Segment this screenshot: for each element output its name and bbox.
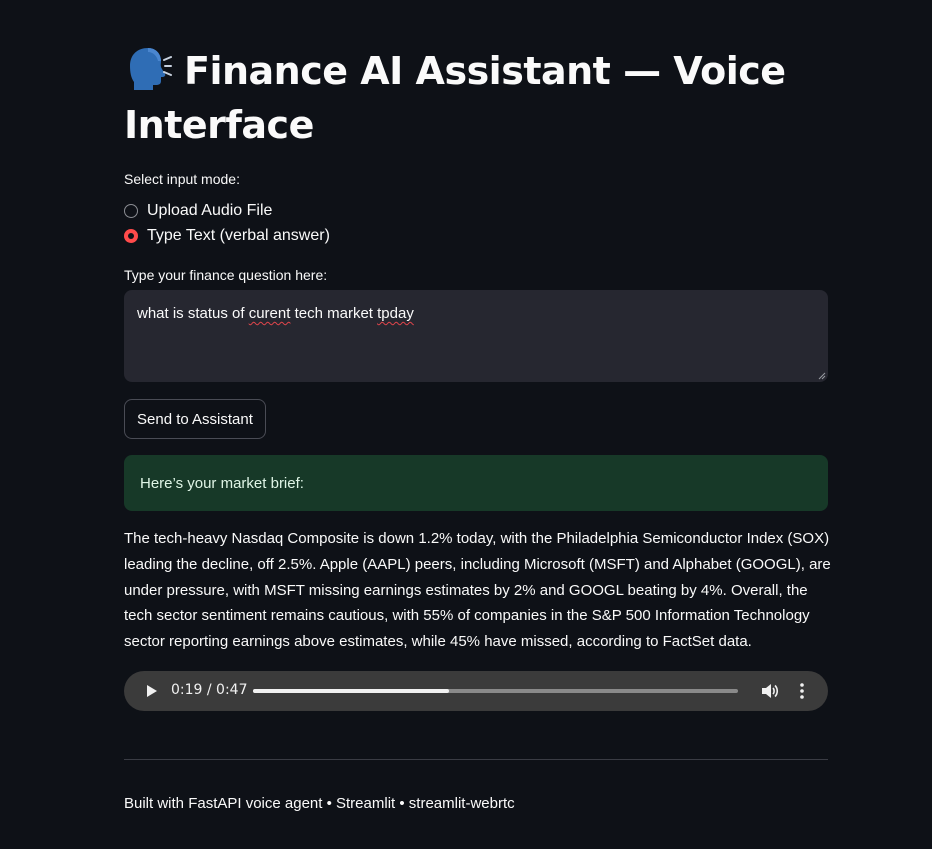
misspelled-word: tpday [377,305,414,322]
misspelled-word: curent [248,305,291,322]
page-title: Finance AI Assistant — Voice Interface [124,44,828,152]
assistant-answer: The tech-heavy Nasdaq Composite is down … [124,530,831,651]
radio-type-text[interactable]: Type Text (verbal answer) [124,223,330,248]
question-label: Type your finance question here: [124,267,328,283]
page-title-text: Finance AI Assistant — Voice Interface [124,49,786,147]
volume-icon[interactable] [761,682,779,700]
radio-selected-icon[interactable] [124,228,138,243]
input-mode-label: Select input mode: [124,171,240,187]
question-text-part: what is status of [137,305,249,322]
radio-type-text-label: Type Text (verbal answer) [147,226,330,244]
audio-progress-bar[interactable] [253,689,738,693]
radio-upload-audio-label: Upload Audio File [147,201,273,219]
success-alert-text: Here’s your market brief: [140,474,304,492]
more-options-icon[interactable] [796,682,808,700]
success-alert: Here’s your market brief: [124,455,828,511]
audio-player[interactable]: 0:19 / 0:47 [124,671,828,711]
audio-progress-fill [253,689,450,693]
divider [124,759,828,760]
input-mode-radio-group: Upload Audio File Type Text (verbal answ… [124,198,330,248]
question-textarea[interactable]: what is status of curent tech market tpd… [124,290,828,382]
footer-text: Built with FastAPI voice agent • Streaml… [124,795,515,812]
radio-unselected-icon[interactable] [124,203,138,218]
speaking-head-icon [130,48,172,90]
send-to-assistant-button[interactable]: Send to Assistant [124,399,266,439]
play-icon[interactable] [145,684,159,698]
audio-time: 0:19 / 0:47 [171,682,248,698]
resize-handle-icon[interactable] [818,372,826,380]
radio-upload-audio[interactable]: Upload Audio File [124,198,330,223]
question-text-part: tech market [290,305,378,322]
